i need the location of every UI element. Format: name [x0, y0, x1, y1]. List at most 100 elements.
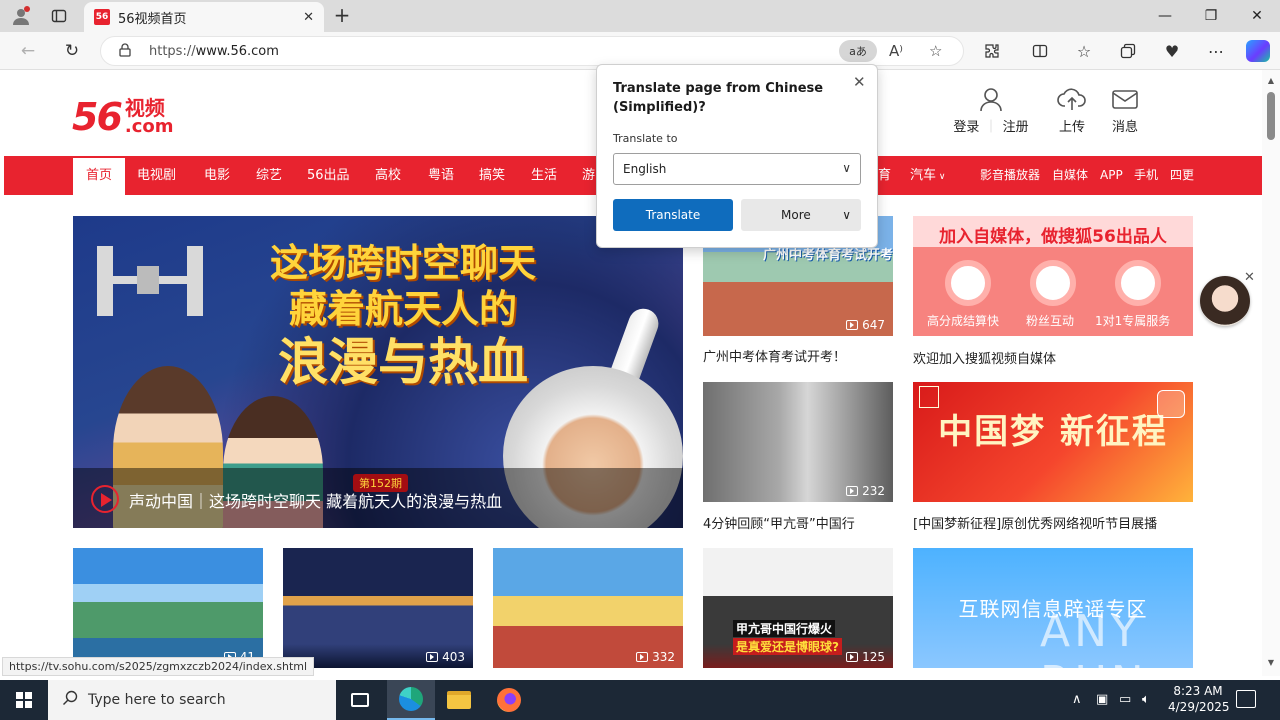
banner-headline: 这场跨时空聊天 藏着航天人的 浪漫与热血	[243, 240, 563, 392]
task-view-button[interactable]	[336, 680, 384, 720]
volume-icon[interactable]: 🔈︎	[1142, 692, 1150, 707]
taskbar-clock[interactable]: 8:23 AM 4/29/2025	[1168, 683, 1230, 715]
clock-time: 8:23 AM	[1173, 684, 1223, 698]
tray-chevron-up-icon[interactable]: ∧	[1072, 692, 1082, 707]
back-button[interactable]: ←	[14, 38, 42, 64]
china-dream-ad[interactable]: 中国梦 新征程	[913, 382, 1193, 502]
nav-movie[interactable]: 电影	[204, 156, 230, 195]
video-thumb[interactable]: 332	[493, 548, 683, 668]
minimize-button[interactable]: —	[1142, 0, 1188, 32]
new-tab-button[interactable]: +	[330, 4, 354, 28]
ad-caption[interactable]: [中国梦新征程]原创优秀网络视听节目展播	[913, 513, 1193, 532]
register-link[interactable]: 注册	[1003, 120, 1029, 135]
nav-56-originals[interactable]: 56出品	[307, 156, 350, 195]
nav-campus[interactable]: 高校	[375, 156, 401, 195]
read-aloud-icon[interactable]: A⁾	[889, 42, 903, 60]
video-thumb[interactable]: 232	[703, 382, 893, 502]
video-thumb[interactable]: 甲亢哥中国行爆火 是真爱还是博眼球? 125	[703, 548, 893, 668]
upload-button[interactable]: 上传	[1048, 86, 1096, 135]
restore-button[interactable]: ❐	[1188, 0, 1234, 32]
firefox-icon	[497, 688, 521, 712]
login-link[interactable]: 登录	[953, 120, 979, 135]
video-thumb[interactable]: 41	[73, 548, 263, 668]
nav-life[interactable]: 生活	[531, 156, 557, 195]
site-logo[interactable]: 56 视频 .com	[72, 92, 174, 136]
video-title[interactable]: 4分钟回顾“甲亢哥”中国行	[703, 513, 903, 532]
video-count-icon	[636, 652, 649, 662]
logo-number: 56	[72, 95, 123, 139]
profile-icon[interactable]	[8, 4, 34, 28]
collections-icon[interactable]	[1114, 40, 1142, 62]
nav-player[interactable]: 影音播放器	[980, 156, 1040, 195]
file-explorer-button[interactable]	[435, 680, 483, 720]
ad-headline: 中国梦 新征程	[938, 412, 1168, 452]
video-count-icon	[846, 652, 859, 662]
folder-icon	[447, 691, 471, 709]
language-select[interactable]: English ∨	[613, 153, 861, 185]
scroll-up-arrow-icon[interactable]: ▲	[1266, 76, 1276, 85]
nav-home[interactable]: 首页	[73, 156, 125, 195]
start-button[interactable]	[0, 680, 48, 720]
hero-banner[interactable]: 这场跨时空聊天 藏着航天人的 浪漫与热血 声动中国｜这场跨时空聊天 藏着航天人的…	[73, 216, 683, 528]
upload-cloud-icon	[1057, 86, 1087, 112]
mail-icon	[1111, 86, 1139, 112]
browser-essentials-icon[interactable]: ♥	[1158, 40, 1186, 62]
wemedia-ad[interactable]: 加入自媒体，做搜狐56出品人 高分成结算快 粉丝互动 1对1专属服务	[913, 216, 1193, 336]
logo-com: .com	[124, 116, 174, 137]
nav-more[interactable]: 四更	[1170, 156, 1194, 195]
more-label: More	[781, 208, 811, 222]
network-icon[interactable]: ▭	[1119, 692, 1131, 707]
translate-icon[interactable]: aあ	[839, 40, 877, 62]
tray-app-icon[interactable]: ▣	[1096, 692, 1108, 707]
split-screen-icon[interactable]	[1026, 40, 1054, 62]
scroll-thumb[interactable]	[1267, 92, 1275, 140]
banner-caption[interactable]: 声动中国｜这场跨时空聊天 藏着航天人的浪漫与热血	[129, 488, 502, 512]
close-window-button[interactable]: ✕	[1234, 0, 1280, 32]
messages-label: 消息	[1111, 120, 1138, 135]
close-tab-icon[interactable]: ✕	[303, 10, 314, 25]
favorite-star-icon[interactable]: ☆	[929, 42, 942, 60]
extensions-icon[interactable]	[978, 40, 1006, 62]
ad-caption[interactable]: 欢迎加入搜狐视频自媒体	[913, 348, 1193, 367]
edge-taskbar-button[interactable]	[387, 680, 435, 720]
firefox-button[interactable]	[485, 680, 533, 720]
translate-button[interactable]: Translate	[613, 199, 733, 231]
lock-icon[interactable]	[119, 43, 131, 60]
floating-avatar[interactable]	[1200, 276, 1250, 326]
nav-funny[interactable]: 搞笑	[479, 156, 505, 195]
nav-cantonese[interactable]: 粤语	[428, 156, 454, 195]
nav-sports[interactable]: 育	[878, 156, 891, 195]
copilot-icon[interactable]	[1246, 40, 1270, 62]
nav-variety[interactable]: 综艺	[256, 156, 282, 195]
taskbar-search[interactable]: Type here to search	[48, 680, 336, 720]
video-title[interactable]: 广州中考体育考试开考！	[703, 346, 903, 365]
page-scrollbar[interactable]: ▲ ▼	[1262, 70, 1280, 676]
scroll-down-arrow-icon[interactable]: ▼	[1266, 658, 1276, 667]
banner-line-3: 浪漫与热血	[278, 333, 528, 391]
favorites-icon[interactable]: ☆	[1070, 40, 1098, 62]
notification-icon[interactable]	[1236, 690, 1256, 708]
video-thumb[interactable]: 403	[283, 548, 473, 668]
nav-wemedia[interactable]: 自媒体	[1052, 156, 1088, 195]
windows-logo-icon	[16, 692, 32, 708]
nav-tv[interactable]: 电视剧	[137, 156, 176, 195]
nav-mobile[interactable]: 手机	[1134, 156, 1158, 195]
active-tab[interactable]: 56 56视频首页 ✕	[84, 2, 324, 32]
url-field[interactable]: https://www.56.com aあ A⁾ ☆	[100, 36, 964, 66]
more-button[interactable]: More ∨	[741, 199, 861, 231]
nav-auto[interactable]: 汽车 ∨	[910, 156, 945, 195]
user-icon[interactable]	[978, 86, 1004, 112]
account-area: 登录 ｜ 注册	[943, 86, 1039, 135]
scan-icon[interactable]	[1157, 390, 1185, 418]
tab-actions-icon[interactable]	[46, 4, 72, 28]
settings-more-icon[interactable]: ⋯	[1202, 40, 1230, 62]
messages-button[interactable]: 消息	[1101, 86, 1149, 135]
logo-text: 视频 .com	[125, 98, 174, 136]
close-float-icon[interactable]: ✕	[1244, 270, 1255, 285]
view-count: 125	[846, 650, 885, 664]
nav-games[interactable]: 游	[582, 156, 595, 195]
refresh-button[interactable]: ↻	[58, 38, 86, 64]
nav-app[interactable]: APP	[1100, 156, 1123, 195]
close-icon[interactable]: ✕	[853, 73, 866, 91]
chat-icon	[1030, 260, 1076, 306]
